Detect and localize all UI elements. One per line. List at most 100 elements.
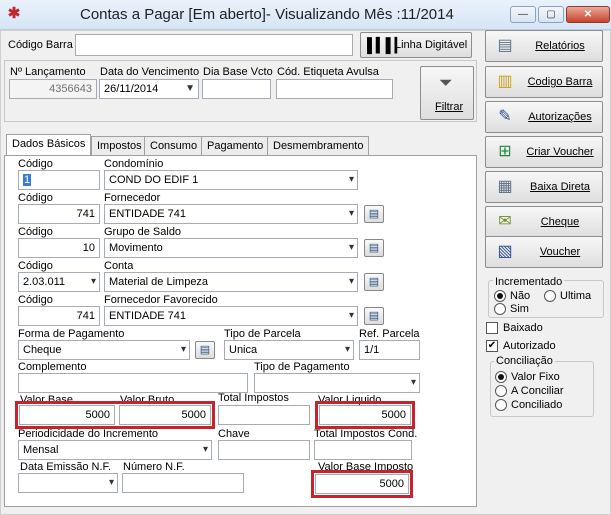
tipo-parcela-select[interactable]: Unica ▾ <box>224 340 354 360</box>
favorecido-value: ENTIDADE 741 <box>109 310 187 322</box>
grupo-label: Grupo de Saldo <box>104 226 182 238</box>
close-button[interactable]: ✕ <box>566 6 610 23</box>
barcode-input[interactable] <box>75 34 353 56</box>
dia-base-input[interactable] <box>202 79 271 99</box>
radio-a-conciliar[interactable] <box>495 385 507 397</box>
favorecido-select[interactable]: ENTIDADE 741 ▾ <box>104 306 358 326</box>
numero-nf-input[interactable] <box>122 473 244 493</box>
radio-ultima-label: Ultima <box>560 290 592 302</box>
chevron-down-icon: ▾ <box>410 377 416 388</box>
radio-conciliado[interactable] <box>495 399 507 411</box>
maximize-button[interactable]: ▢ <box>538 6 564 23</box>
tab-dados-basicos[interactable]: Dados Básicos <box>6 134 92 157</box>
linha-digitavel-button[interactable]: ▌▍▌▎ Linha Digitável <box>360 32 472 58</box>
barcode-folder-icon: ▥ <box>497 73 513 90</box>
favorecido-lookup-button[interactable]: ▤ <box>364 307 384 325</box>
autorizacoes-button[interactable]: ✎ Autorizações <box>485 101 603 133</box>
favorecido-code-input[interactable]: 741 <box>18 306 100 326</box>
conta-select[interactable]: Material de Limpeza ▾ <box>104 272 358 292</box>
vencimento-picker[interactable]: 26/11/2014 ▼ <box>99 79 199 99</box>
conciliacao-title: Conciliação <box>494 355 555 367</box>
conta-code-select[interactable]: 2.03.011 ▾ <box>18 272 100 292</box>
periodicidade-select[interactable]: Mensal ▾ <box>18 440 212 460</box>
radio-nao-label: Não <box>510 290 531 302</box>
chevron-down-icon: ▾ <box>344 344 350 355</box>
vencimento-label: Data do Vencimento <box>100 66 200 78</box>
chave-input[interactable] <box>218 440 310 460</box>
etiqueta-input[interactable] <box>276 79 393 99</box>
chevron-down-icon: ▾ <box>202 444 208 455</box>
favorecido-code-label: Código <box>18 294 53 306</box>
data-emissao-picker[interactable]: ▾ <box>18 473 118 493</box>
tab-pagamento[interactable]: Pagamento <box>201 136 270 156</box>
barcode-label: Código Barra <box>8 39 73 51</box>
ref-parcela-label: Ref. Parcela <box>359 328 420 340</box>
relatorios-button[interactable]: ▤ Relatórios <box>485 30 603 62</box>
chevron-down-icon: ▾ <box>348 276 354 287</box>
radio-ultima[interactable] <box>544 290 556 302</box>
codigo-barra-button[interactable]: ▥ Codigo Barra <box>485 66 603 98</box>
chevron-down-icon: ▾ <box>348 174 354 185</box>
grupo-code-label: Código <box>18 226 53 238</box>
fornecedor-code-input[interactable]: 741 <box>18 204 100 224</box>
conta-lookup-button[interactable]: ▤ <box>364 273 384 291</box>
condominio-code-input[interactable]: 1 <box>18 170 100 190</box>
total-impostos-cond-input[interactable] <box>314 440 412 460</box>
forma-select[interactable]: Cheque ▾ <box>18 340 190 360</box>
report-icon: ▤ <box>497 37 513 54</box>
periodicidade-value: Mensal <box>23 444 59 456</box>
chevron-down-icon: ▾ <box>348 242 354 253</box>
radio-valor-fixo[interactable] <box>495 371 507 383</box>
grid-lookup-icon: ▤ <box>368 276 380 288</box>
tipo-pagamento-select[interactable]: ▾ <box>254 373 420 393</box>
relatorios-label: Relatórios <box>535 40 585 52</box>
forma-lookup-button[interactable]: ▤ <box>195 341 215 359</box>
grupo-select[interactable]: Movimento ▾ <box>104 238 358 258</box>
voucher-button[interactable]: ▧ Voucher <box>485 236 603 268</box>
conta-code-label: Código <box>18 260 53 272</box>
autorizado-checkbox[interactable]: ✔ <box>486 340 498 352</box>
minimize-button[interactable]: — <box>510 6 536 23</box>
numero-nf-label: Número N.F. <box>123 461 185 473</box>
etiqueta-label: Cód. Etiqueta Avulsa <box>277 66 379 78</box>
ref-parcela-input[interactable]: 1/1 <box>359 340 420 360</box>
autorizacoes-label: Autorizações <box>528 111 592 123</box>
forma-label: Forma de Pagamento <box>18 328 125 340</box>
periodicidade-label: Periodicidade do Incremento <box>18 428 159 440</box>
radio-nao[interactable] <box>494 290 506 302</box>
grupo-lookup-button[interactable]: ▤ <box>364 239 384 257</box>
grupo-code-input[interactable]: 10 <box>18 238 100 258</box>
complemento-input[interactable] <box>18 373 248 393</box>
radio-conciliado-label: Conciliado <box>511 399 563 411</box>
tab-consumo[interactable]: Consumo <box>144 136 204 156</box>
total-impostos-input[interactable] <box>218 405 310 425</box>
baixado-checkbox[interactable] <box>486 322 498 334</box>
grid-lookup-icon: ▤ <box>368 208 380 220</box>
grid-lookup-icon: ▤ <box>368 242 380 254</box>
tab-desmembramento[interactable]: Desmembramento <box>267 136 370 156</box>
radio-sim-label: Sim <box>510 303 529 315</box>
favorecido-label: Fornecedor Favorecido <box>104 294 218 306</box>
grid-lookup-icon: ▤ <box>368 310 380 322</box>
tab-impostos[interactable]: Impostos <box>91 136 148 156</box>
cheque-label: Cheque <box>540 216 580 228</box>
radio-sim[interactable] <box>494 303 506 315</box>
criar-voucher-label: Criar Voucher <box>526 146 594 158</box>
app-icon: ✱ <box>7 5 21 22</box>
conta-value: Material de Limpeza <box>109 276 209 288</box>
lancamento-field[interactable]: 4356643 <box>9 79 97 99</box>
grupo-value: Movimento <box>109 242 163 254</box>
criar-voucher-button[interactable]: ⊞ Criar Voucher <box>485 136 603 168</box>
total-impostos-label: Total Impostos <box>218 392 289 404</box>
filtrar-button[interactable]: ⏷ Filtrar <box>420 66 474 120</box>
cheque-button[interactable]: ✉ Cheque <box>485 206 603 238</box>
autorizado-label: Autorizado <box>503 340 556 352</box>
baixa-direta-button[interactable]: ▦ Baixa Direta <box>485 171 603 203</box>
cheque-icon: ✉ <box>498 213 512 230</box>
condominio-value: COND DO EDIF 1 <box>109 174 199 186</box>
baixa-direta-label: Baixa Direta <box>530 181 590 193</box>
condominio-select[interactable]: COND DO EDIF 1 ▾ <box>104 170 358 190</box>
fornecedor-value: ENTIDADE 741 <box>109 208 187 220</box>
fornecedor-lookup-button[interactable]: ▤ <box>364 205 384 223</box>
fornecedor-select[interactable]: ENTIDADE 741 ▾ <box>104 204 358 224</box>
